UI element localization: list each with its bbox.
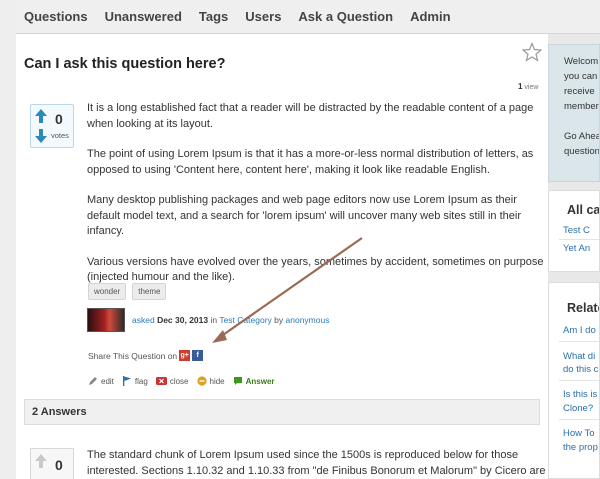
share-label: Share This Question on xyxy=(88,350,178,361)
question-vote-box: 0 votes xyxy=(30,104,74,148)
nav-tags[interactable]: Tags xyxy=(199,9,228,24)
related-title: Relate xyxy=(567,301,599,315)
welcome-line: Go Ahea xyxy=(564,131,600,142)
question-actions: edit flag close hide Answer xyxy=(88,376,283,386)
related-link[interactable]: How To xyxy=(563,428,595,439)
top-navigation: Questions Unanswered Tags Users Ask a Qu… xyxy=(16,0,600,34)
tag-wonder[interactable]: wonder xyxy=(88,283,127,300)
nav-users[interactable]: Users xyxy=(245,9,281,24)
answers-count: 2 Answers xyxy=(32,406,87,418)
view-count: 1 view xyxy=(518,82,538,91)
related-link[interactable]: the prop xyxy=(563,442,598,453)
related-link[interactable]: do this c xyxy=(563,364,598,375)
close-label: close xyxy=(169,376,189,386)
divider xyxy=(559,341,599,342)
nav-questions[interactable]: Questions xyxy=(24,9,88,24)
speech-bubble-icon xyxy=(233,377,242,385)
user-avatar[interactable] xyxy=(87,308,125,332)
answer-body: The standard chunk of Lorem Ipsum used s… xyxy=(87,449,546,477)
tag-theme[interactable]: theme xyxy=(132,283,167,300)
divider xyxy=(559,419,599,420)
view-count-number: 1 xyxy=(518,82,523,91)
asked-date: Dec 30, 2013 xyxy=(157,315,209,325)
page-edge xyxy=(0,0,16,479)
category-link[interactable]: Test Category xyxy=(219,315,271,325)
flag-action[interactable]: flag xyxy=(122,376,148,386)
question-paragraph: Many desktop publishing packages and web… xyxy=(87,194,521,237)
answer-action[interactable]: Answer xyxy=(233,376,275,386)
question-paragraph: Various versions have evolved over the y… xyxy=(87,255,544,284)
facebook-icon[interactable]: f xyxy=(192,350,204,361)
divider xyxy=(559,380,599,381)
related-link[interactable]: What di xyxy=(563,351,595,362)
question-tags: wonder theme xyxy=(88,283,172,300)
question-body: It is a long established fact that a rea… xyxy=(87,101,545,301)
category-link[interactable]: Test C xyxy=(563,225,590,236)
close-action[interactable]: close xyxy=(155,376,189,386)
hide-label: hide xyxy=(209,376,225,386)
close-icon xyxy=(155,377,167,385)
related-link[interactable]: Clone? xyxy=(563,403,593,414)
related-link[interactable]: Am I do xyxy=(563,325,596,336)
nav-ask-question[interactable]: Ask a Question xyxy=(298,9,393,24)
asked-in-label: in xyxy=(210,315,218,325)
asked-meta: asked Dec 30, 2013 in Test Category by a… xyxy=(132,315,329,325)
welcome-line: question xyxy=(564,146,600,157)
edit-label: edit xyxy=(101,376,114,386)
view-count-label: view xyxy=(524,84,539,91)
hide-action[interactable]: hide xyxy=(196,376,225,386)
welcome-line: you can xyxy=(564,71,598,82)
question-paragraph: The point of using Lorem Ipsum is that i… xyxy=(87,148,534,176)
welcome-box: Welcom you can receive member Go Ahea qu… xyxy=(548,44,600,182)
answers-header: 2 Answers xyxy=(24,399,540,425)
answer-label: Answer xyxy=(245,376,275,386)
question-votes-label: votes xyxy=(51,131,69,140)
answer-vote-box: 0 xyxy=(30,448,74,479)
flag-label: flag xyxy=(134,376,148,386)
categories-title: All ca xyxy=(567,203,600,217)
question-vote-count: 0 xyxy=(55,111,63,127)
pencil-icon xyxy=(89,377,97,385)
google-plus-icon[interactable]: g+ xyxy=(179,350,191,361)
user-link[interactable]: anonymous xyxy=(286,315,330,325)
favorite-star-icon[interactable] xyxy=(521,41,543,62)
question-title: Can I ask this question here? xyxy=(24,56,226,72)
asked-info: asked Dec 30, 2013 in Test Category by a… xyxy=(87,308,329,332)
welcome-line: receive xyxy=(564,86,595,97)
share-row: Share This Question on g+ f xyxy=(88,350,204,361)
divider xyxy=(559,239,599,240)
welcome-line: Welcom xyxy=(564,56,599,67)
vote-down-arrow-icon[interactable] xyxy=(35,129,47,148)
vote-up-arrow-icon[interactable] xyxy=(35,109,47,128)
related-link[interactable]: Is this is xyxy=(563,389,597,400)
welcome-line: member xyxy=(564,101,599,112)
sidebar: Welcom you can receive member Go Ahea qu… xyxy=(548,34,600,479)
question-paragraph: It is a long established fact that a rea… xyxy=(87,102,534,130)
categories-box: All ca Test C Yet An xyxy=(548,190,600,272)
category-link[interactable]: Yet An xyxy=(563,243,590,254)
nav-unanswered[interactable]: Unanswered xyxy=(105,9,182,24)
hide-icon xyxy=(196,376,207,386)
flag-icon xyxy=(122,376,131,386)
edit-action[interactable]: edit xyxy=(88,376,114,386)
asked-by-label: by xyxy=(274,315,284,325)
related-box: Relate Am I do What di do this c Is this… xyxy=(548,282,600,479)
nav-admin[interactable]: Admin xyxy=(410,9,450,24)
asked-label[interactable]: asked xyxy=(132,315,155,325)
answer-vote-count: 0 xyxy=(55,457,63,473)
answer-vote-up-arrow-icon[interactable] xyxy=(35,454,47,473)
question-main: Can I ask this question here? 1 view 0 v… xyxy=(16,34,548,479)
